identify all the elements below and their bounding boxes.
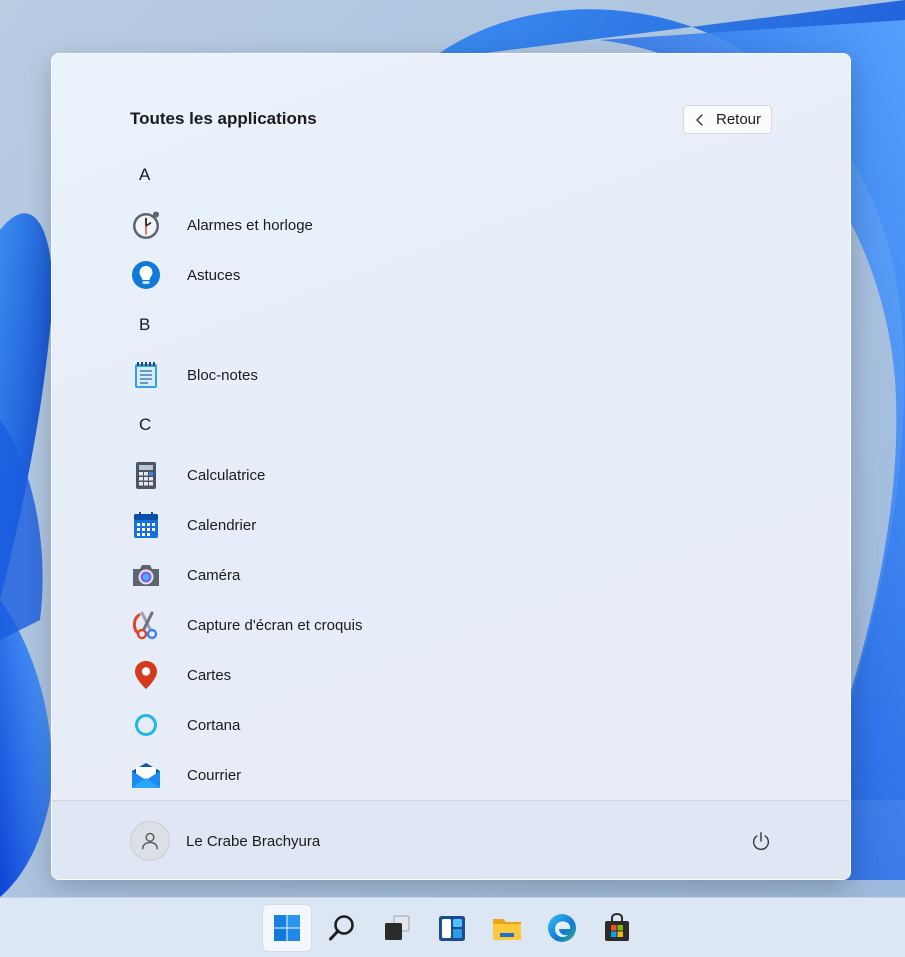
taskbar-store-button[interactable] [593, 905, 641, 951]
taskbar-search-button[interactable] [318, 905, 366, 951]
app-label: Caméra [187, 566, 241, 584]
task-view-icon [385, 915, 410, 940]
user-avatar-icon [130, 821, 170, 861]
section-header-a[interactable]: A [52, 150, 850, 200]
app-label: Cortana [187, 716, 241, 734]
section-header-b[interactable]: B [52, 300, 850, 350]
app-item-capture-ecran-et-croquis[interactable]: Capture d'écran et croquis [52, 600, 850, 650]
all-apps-title: Toutes les applications [130, 109, 317, 128]
taskbar-task-view-button[interactable] [373, 905, 421, 951]
app-item-camera[interactable]: Caméra [52, 550, 850, 600]
calendar-icon [130, 509, 162, 541]
notepad-icon [130, 359, 162, 391]
store-bag-icon [605, 912, 629, 941]
taskbar [0, 897, 905, 957]
start-menu-footer: Le Crabe Brachyura [52, 800, 850, 879]
app-item-cortana[interactable]: Cortana [52, 700, 850, 750]
app-item-cartes[interactable]: Cartes [52, 650, 850, 700]
folder-icon [493, 919, 521, 940]
power-button[interactable] [748, 828, 774, 854]
alarm-clock-icon [130, 209, 162, 241]
windows-start-icon [274, 915, 300, 941]
app-label: Capture d'écran et croquis [187, 616, 363, 634]
taskbar-edge-button[interactable] [538, 905, 586, 951]
taskbar-start-button[interactable] [263, 905, 311, 951]
app-item-alarmes-et-horloge[interactable]: Alarmes et horloge [52, 200, 850, 250]
app-item-courrier[interactable]: Courrier [52, 750, 850, 800]
section-header-c[interactable]: C [52, 400, 850, 450]
app-label: Bloc-notes [187, 366, 258, 384]
app-label: Astuces [187, 266, 241, 284]
app-item-bloc-notes[interactable]: Bloc-notes [52, 350, 850, 400]
camera-icon [130, 559, 162, 591]
edge-browser-icon [548, 914, 576, 942]
taskbar-widgets-button[interactable] [428, 905, 476, 951]
power-icon [753, 832, 769, 850]
maps-pin-icon [130, 659, 162, 691]
widgets-icon [439, 916, 465, 941]
chevron-left-icon [696, 113, 703, 126]
app-item-calculatrice[interactable]: Calculatrice [52, 450, 850, 500]
back-button[interactable]: Retour [683, 105, 772, 134]
tips-lightbulb-icon [130, 259, 162, 291]
back-button-label: Retour [716, 111, 762, 128]
user-account-button[interactable]: Le Crabe Brachyura [130, 821, 320, 861]
app-label: Alarmes et horloge [187, 216, 313, 234]
start-menu: Toutes les applications Retour A Alarmes… [51, 53, 851, 880]
taskbar-file-explorer-button[interactable] [483, 905, 531, 951]
app-list: A Alarmes et horloge Astuces B Bloc-note… [52, 150, 850, 800]
app-label: Calendrier [187, 516, 257, 534]
cortana-icon [130, 709, 162, 741]
mail-icon [130, 759, 162, 791]
app-item-astuces[interactable]: Astuces [52, 250, 850, 300]
app-label: Courrier [187, 766, 242, 784]
app-label: Cartes [187, 666, 232, 684]
user-name: Le Crabe Brachyura [186, 832, 321, 850]
app-item-calendrier[interactable]: Calendrier [52, 500, 850, 550]
snip-sketch-icon [130, 609, 162, 641]
search-icon [329, 915, 354, 941]
calculator-icon [130, 459, 162, 491]
app-label: Calculatrice [187, 466, 266, 484]
